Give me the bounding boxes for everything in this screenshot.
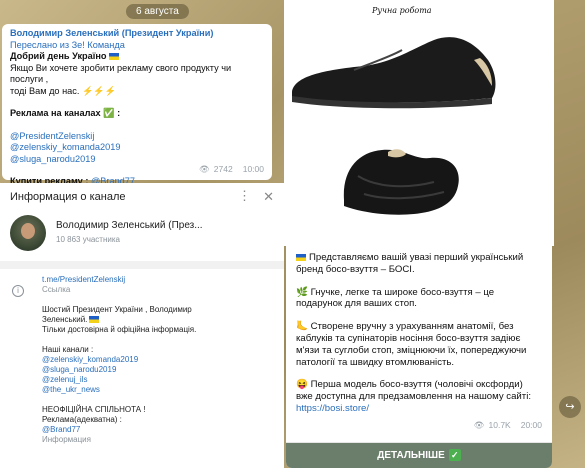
message-time: 20:00 xyxy=(520,420,542,430)
promo-paragraph: Представляємо вашій увазі перший українс… xyxy=(296,252,524,275)
channel-link[interactable]: @zelenskiy_komanda2019 xyxy=(10,142,264,154)
forwarded-message[interactable]: Володимир Зеленський (Президент України)… xyxy=(2,24,272,186)
forwarded-from[interactable]: Переслано из Зе! Команда xyxy=(10,40,264,52)
message-line: Добрий день Україно xyxy=(10,51,264,63)
channel-info-panel: Информация о канале ⋮ ✕ Володимир Зеленс… xyxy=(0,183,284,468)
avatar[interactable] xyxy=(10,215,46,251)
our-channel-link[interactable]: @sluga_narodu2019 xyxy=(42,365,274,375)
ukraine-flag-icon xyxy=(296,253,306,261)
channel-url[interactable]: t.me/PresidentZelenskij xyxy=(42,275,274,285)
info-icon: i xyxy=(12,285,24,297)
message-line: Якщо Ви хочете зробити рекламу свого про… xyxy=(10,62,232,85)
left-chat-panel: 6 августа Володимир Зеленський (Президен… xyxy=(0,0,284,468)
details-button-label: ДЕТАЛЬНІШЕ xyxy=(377,450,445,461)
channel-info-header: Информация о канале ⋮ ✕ xyxy=(0,183,284,211)
description-line: Шостий Президент України , Володимир xyxy=(42,305,192,314)
promo-message[interactable]: Представляємо вашій увазі перший українс… xyxy=(286,246,552,468)
brand-logo-text: Ручна робота xyxy=(372,6,432,15)
link-caption: Ссылка xyxy=(42,285,71,294)
message-meta: 👁 10.7K 20:00 xyxy=(470,420,542,432)
check-icon: ✓ xyxy=(448,449,461,461)
message-meta: 👁 2742 10:00 xyxy=(195,164,264,176)
share-icon[interactable]: ↪ xyxy=(559,396,581,418)
view-count: 10.7K xyxy=(488,420,511,430)
unofficial-notice: НЕОФІЦІЙНА СПІЛЬНОТА ! xyxy=(42,405,146,414)
promo-paragraph: 🦶 Створене вручну з урахуванням анатомії… xyxy=(296,321,527,368)
date-pill: 6 августа xyxy=(126,4,189,19)
subscriber-count: 10 863 участника xyxy=(56,235,120,244)
channel-link[interactable]: @PresidentZelenskij xyxy=(10,131,264,143)
site-link[interactable]: https://bosi.store/ xyxy=(296,403,369,414)
close-icon[interactable]: ✕ xyxy=(263,189,274,205)
eye-icon: 👁 xyxy=(473,420,485,430)
channel-profile[interactable]: Володимир Зеленський (През... 10 863 уча… xyxy=(0,211,284,257)
message-sender[interactable]: Володимир Зеленський (Президент України) xyxy=(10,28,264,40)
channel-details: i t.me/PresidentZelenskij Ссылка Шостий … xyxy=(0,269,284,445)
promo-paragraph: 😝 Перша модель босо-взуття (чоловічі окс… xyxy=(296,379,531,414)
product-photo[interactable]: Ручна робота xyxy=(284,0,554,246)
view-count: 2742 xyxy=(213,163,233,174)
our-channel-link[interactable]: @the_ukr_news xyxy=(42,385,274,395)
divider xyxy=(0,261,284,269)
promo-paragraph: 🌿 Гнучке, легке та широке босо-взуття – … xyxy=(296,286,495,310)
ukraine-flag-icon xyxy=(108,53,119,61)
our-channels-title: Наші канали : xyxy=(42,345,94,354)
ads-title: Реклама на каналах ✅ : xyxy=(10,108,121,118)
description-line: Зеленський. xyxy=(42,315,274,325)
ads-label: Реклама(адекватна) : xyxy=(42,415,122,424)
ads-handle[interactable]: @Brand77 xyxy=(42,425,274,435)
description-line: Тільки достовірна й офіційна інформація. xyxy=(42,325,197,334)
eye-icon: 👁 xyxy=(199,163,210,174)
channel-info-title: Информация о канале xyxy=(10,191,126,203)
our-channel-link[interactable]: @zelenuj_ils xyxy=(42,375,274,385)
message-line: тоді Вам до нас. ⚡⚡⚡ xyxy=(10,85,117,96)
message-time: 10:00 xyxy=(242,163,264,174)
right-chat-panel: Ручна робота Представляємо вашій увазі п… xyxy=(284,0,585,468)
shoe-illustration xyxy=(292,37,496,215)
our-channel-link[interactable]: @zelenskiy_komanda2019 xyxy=(42,355,274,365)
ukraine-flag-icon xyxy=(89,316,100,324)
info-caption: Информация xyxy=(42,435,91,444)
details-button[interactable]: ДЕТАЛЬНІШЕ ✓ xyxy=(286,442,552,468)
channel-name: Володимир Зеленський (През... xyxy=(56,220,203,231)
more-icon[interactable]: ⋮ xyxy=(238,188,251,204)
